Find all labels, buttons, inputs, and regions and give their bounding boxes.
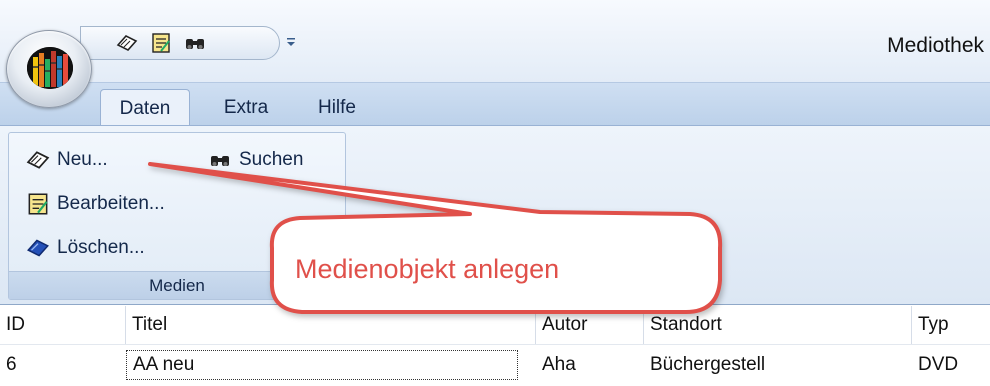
column-header-standort[interactable]: Standort — [644, 306, 912, 344]
column-header-titel[interactable]: Titel — [126, 306, 536, 344]
cell-autor[interactable]: Aha — [536, 346, 644, 384]
binoculars-icon[interactable] — [181, 30, 209, 56]
new-button-label: Neu... — [57, 149, 108, 170]
media-grid: ID Titel Autor Standort Typ 6 AA neu Aha… — [0, 306, 990, 386]
ribbon-tab-strip: Daten Extra Hilfe — [0, 82, 990, 127]
search-button-label: Suchen — [239, 149, 304, 170]
edit-media-icon — [23, 190, 53, 218]
quick-access-toolbar — [80, 26, 280, 60]
cell-standort[interactable]: Büchergestell — [644, 346, 912, 384]
title-bar: Mediothek — [0, 0, 990, 82]
search-button[interactable]: Suchen — [205, 145, 303, 175]
application-menu-button[interactable] — [6, 30, 92, 108]
cell-typ[interactable]: DVD — [912, 346, 990, 384]
edit-button-label: Bearbeiten... — [57, 193, 165, 214]
cell-titel-text: AA neu — [126, 350, 518, 380]
edit-button[interactable]: Bearbeiten... — [23, 189, 165, 219]
new-media-icon[interactable] — [113, 30, 141, 56]
cell-id[interactable]: 6 — [0, 346, 126, 384]
edit-media-icon[interactable] — [147, 30, 175, 56]
tab-hilfe[interactable]: Hilfe — [304, 89, 370, 127]
new-button[interactable]: Neu... — [23, 145, 108, 175]
column-header-typ[interactable]: Typ — [912, 306, 990, 344]
tab-daten[interactable]: Daten — [100, 89, 190, 127]
quick-access-customize-icon[interactable] — [284, 32, 298, 52]
books-logo-icon — [27, 47, 73, 89]
delete-media-icon — [23, 234, 53, 262]
callout-text: Medienobjekt anlegen — [295, 253, 560, 284]
new-media-icon — [23, 146, 53, 174]
binoculars-icon — [205, 146, 235, 174]
app-title: Mediothek — [887, 34, 984, 57]
tab-extra[interactable]: Extra — [208, 89, 284, 127]
delete-button[interactable]: Löschen... — [23, 233, 145, 263]
column-header-autor[interactable]: Autor — [536, 306, 644, 344]
header-separator — [0, 344, 990, 345]
delete-button-label: Löschen... — [57, 237, 145, 258]
column-header-id[interactable]: ID — [0, 306, 126, 344]
cell-titel[interactable]: AA neu — [126, 346, 536, 384]
